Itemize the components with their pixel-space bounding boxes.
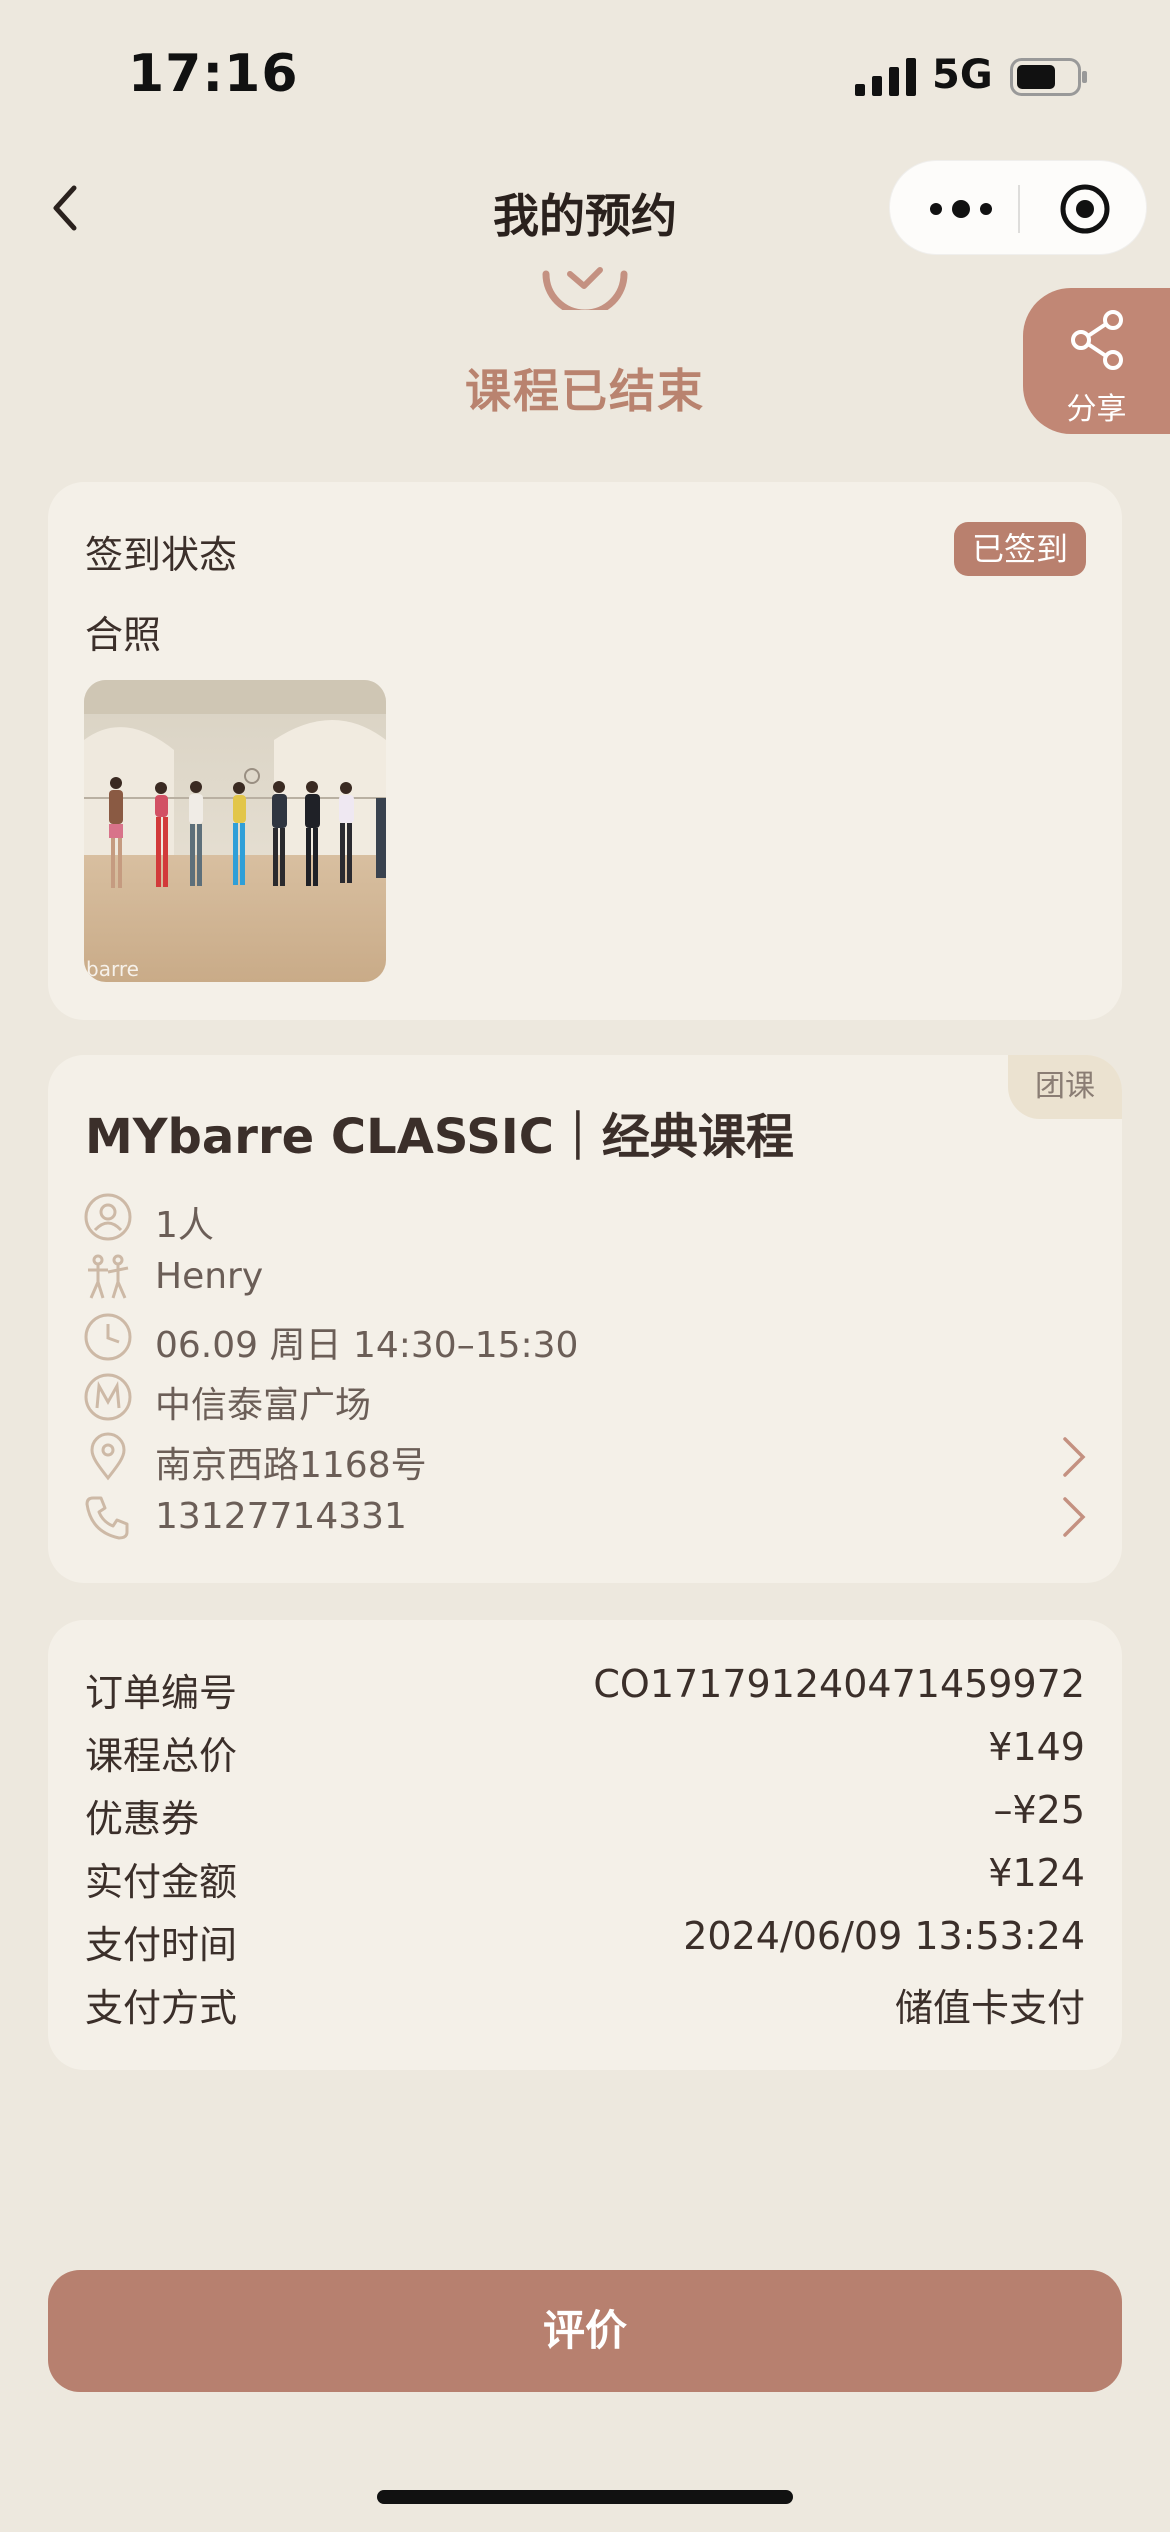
class-time: 06.09 周日 14:30–15:30 (155, 1325, 579, 1366)
group-photo[interactable]: barre (84, 680, 386, 982)
order-row-payment-time: 支付时间 2024/06/09 13:53:24 (85, 1914, 1085, 1967)
order-value: CO171791240471459972 (593, 1662, 1085, 1706)
instructor-row: Henry (83, 1252, 1093, 1302)
order-key: 优惠券 (85, 1797, 200, 1841)
checkin-badge: 已签到 (953, 522, 1086, 576)
people-count: 1人 (155, 1205, 214, 1246)
address: 南京西路1168号 (155, 1445, 427, 1486)
venue-name: 中信泰富广场 (155, 1385, 372, 1426)
status-bar: 17:16 5G (0, 0, 1170, 150)
people-row: 1人 (83, 1192, 1093, 1246)
course-info-card: 团课 MYbarre CLASSIC｜经典课程 1人 Henry 06.09 周… (48, 1055, 1122, 1583)
address-row[interactable]: 南京西路1168号 (83, 1432, 1093, 1486)
chevron-right-icon (1063, 1437, 1086, 1477)
home-indicator (377, 2490, 793, 2504)
order-value: 储值卡支付 (894, 1986, 1085, 2030)
class-type-tag: 团课 (1008, 1055, 1122, 1119)
order-row-payment-method: 支付方式 储值卡支付 (85, 1977, 1085, 2030)
more-icon[interactable] (926, 189, 996, 229)
share-label: 分享 (1066, 392, 1127, 427)
order-row-total-price: 课程总价 ¥149 (85, 1725, 1085, 1778)
order-value: 2024/06/09 13:53:24 (683, 1914, 1085, 1958)
venue-row: 中信泰富广场 (83, 1372, 1093, 1426)
person-icon (84, 1193, 132, 1241)
course-name: MYbarre CLASSIC｜经典课程 (85, 1109, 794, 1165)
close-miniprogram-icon[interactable] (1058, 182, 1112, 236)
order-key: 课程总价 (85, 1734, 238, 1778)
capsule-divider (1018, 185, 1020, 233)
order-row-paid-amount: 实付金额 ¥124 (85, 1851, 1085, 1904)
chevron-right-icon (1063, 1497, 1086, 1537)
order-value: ¥149 (988, 1725, 1085, 1769)
instructor-name: Henry (155, 1256, 264, 1297)
miniprogram-capsule (889, 160, 1147, 255)
phone-row[interactable]: 13127714331 (83, 1492, 1093, 1542)
signal-icon (855, 58, 916, 96)
order-details-card: 订单编号 CO171791240471459972 课程总价 ¥149 优惠券 … (48, 1620, 1122, 2070)
network-type: 5G (932, 52, 993, 98)
order-value: ¥124 (988, 1851, 1085, 1895)
location-pin-icon (90, 1432, 126, 1481)
group-photo-label: 合照 (85, 613, 162, 657)
order-row-coupon: 优惠券 –¥25 (85, 1788, 1085, 1841)
share-icon (1071, 310, 1123, 370)
order-key: 订单编号 (85, 1671, 238, 1715)
phone-number: 13127714331 (155, 1496, 407, 1537)
course-status: 课程已结束 (465, 364, 705, 418)
order-row-order-number: 订单编号 CO171791240471459972 (85, 1662, 1085, 1715)
order-key: 实付金额 (85, 1860, 238, 1904)
studio-logo-icon (84, 1373, 132, 1421)
phone-icon (85, 1496, 129, 1540)
status-time: 17:16 (128, 44, 299, 104)
order-value: –¥25 (993, 1788, 1085, 1832)
photo-watermark: barre (86, 957, 139, 981)
order-key: 支付时间 (85, 1923, 238, 1967)
order-key: 支付方式 (85, 1986, 238, 2030)
checkin-label: 签到状态 (85, 533, 238, 577)
review-button[interactable]: 评价 (48, 2270, 1122, 2392)
time-row: 06.09 周日 14:30–15:30 (83, 1312, 1093, 1366)
dancer-icon (88, 1254, 129, 1299)
course-ended-icon (542, 267, 628, 310)
battery-icon (1010, 58, 1087, 96)
clock-icon (84, 1313, 132, 1361)
checkin-card: 签到状态 已签到 合照 barre (48, 482, 1122, 1020)
share-button[interactable]: 分享 (1023, 288, 1170, 434)
